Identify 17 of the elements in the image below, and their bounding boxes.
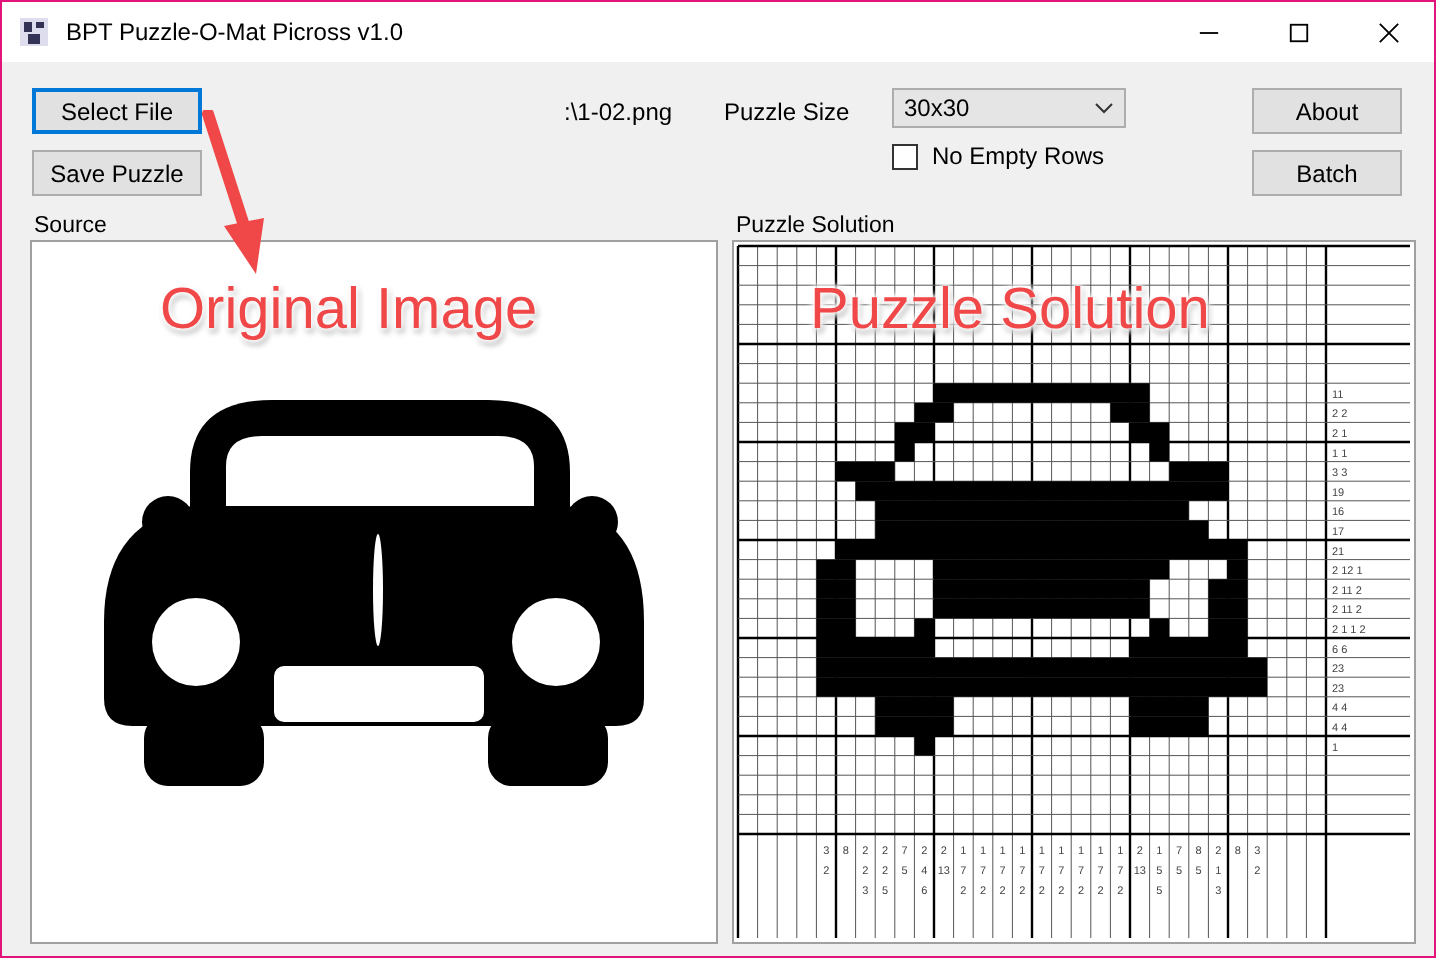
caret-icon — [1094, 102, 1114, 114]
no-empty-rows-label: No Empty Rows — [932, 142, 1105, 170]
puzzle-solution-label: Puzzle Solution — [736, 212, 897, 240]
batch-button[interactable]: Batch — [1252, 150, 1402, 196]
save-puzzle-button[interactable]: Save Puzzle — [32, 150, 202, 196]
puzzle-size-dropdown[interactable]: 30x30 — [892, 88, 1126, 128]
annotation-text: Original Image — [160, 278, 538, 344]
puzzle-size-label: Puzzle Size — [724, 98, 852, 126]
no-empty-rows-checkbox[interactable] — [892, 143, 918, 169]
maximize-icon[interactable] — [1288, 21, 1310, 43]
select-file-button[interactable]: Select File — [32, 88, 202, 134]
window-title: BPT Puzzle-O-Mat Picross v1.0 — [66, 18, 403, 46]
source-label: Source — [34, 212, 109, 240]
app-icon — [18, 16, 50, 48]
about-button[interactable]: About — [1252, 88, 1402, 134]
file-name: :\1-02.png — [564, 98, 675, 126]
close-icon[interactable] — [1378, 21, 1400, 43]
